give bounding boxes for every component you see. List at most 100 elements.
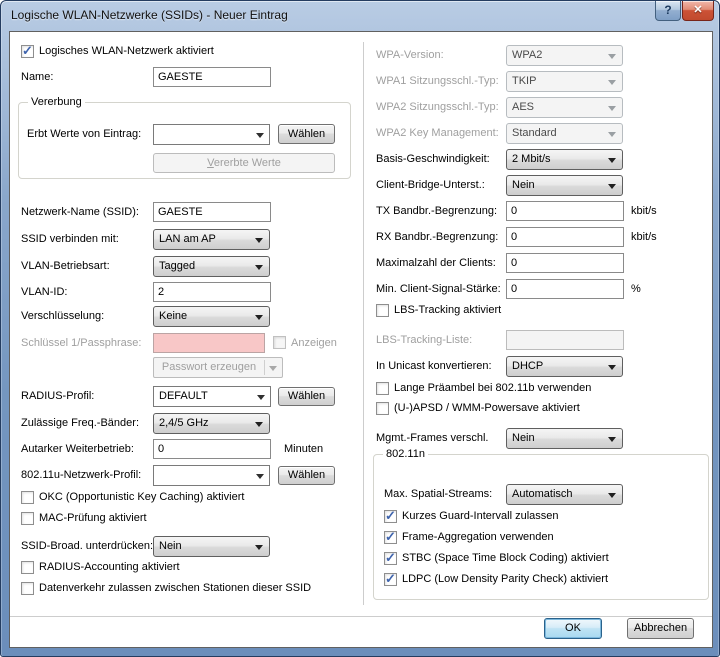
- radius-choose-button[interactable]: Wählen: [278, 387, 335, 406]
- base-rate-dropdown[interactable]: 2 Mbit/s: [506, 149, 623, 170]
- ssid-broadcast-value: Nein: [159, 540, 182, 552]
- chevron-down-icon: [608, 80, 616, 85]
- inherit-choose-button[interactable]: Wählen: [278, 124, 335, 144]
- max-clients-label: Maximalzahl der Clients:: [376, 253, 496, 273]
- radius-accounting-checkbox[interactable]: [21, 561, 34, 574]
- client-bridge-dropdown[interactable]: Nein: [506, 175, 623, 196]
- show-passphrase-checkbox: [273, 336, 286, 349]
- chevron-down-icon: [608, 365, 616, 370]
- okc-checkbox[interactable]: [21, 491, 34, 504]
- spatial-streams-value: Automatisch: [512, 488, 573, 500]
- long-preamble-label: Lange Präambel bei 802.11b verwenden: [394, 381, 591, 396]
- lbs-list-input: [506, 330, 624, 350]
- connect-ssid-dropdown[interactable]: LAN am AP: [153, 229, 270, 250]
- wpa1-session-key-value: TKIP: [512, 75, 536, 87]
- max-clients-input[interactable]: [506, 253, 624, 273]
- vlan-mode-label: VLAN-Betriebsart:: [21, 256, 110, 276]
- radius-profile-value: DEFAULT: [159, 390, 208, 402]
- min-signal-input[interactable]: [506, 279, 624, 299]
- inherit-from-combobox[interactable]: [153, 124, 270, 145]
- min-signal-label: Min. Client-Signal-Stärke:: [376, 279, 501, 299]
- close-icon: ✕: [693, 4, 702, 16]
- wpa1-session-key-dropdown: TKIP: [506, 71, 623, 92]
- chevron-down-icon: [608, 493, 616, 498]
- ssid-input[interactable]: [153, 202, 271, 222]
- chevron-down-icon: [608, 106, 616, 111]
- lbs-tracking-label: LBS-Tracking aktiviert: [394, 303, 501, 318]
- logical-wlan-enabled-label: Logisches WLAN-Netzwerk aktiviert: [39, 44, 214, 59]
- 80211n-group-title: 802.11n: [383, 447, 428, 462]
- lbs-tracking-checkbox[interactable]: [376, 304, 389, 317]
- standalone-input[interactable]: [153, 439, 271, 459]
- min-signal-unit: %: [631, 279, 641, 299]
- ssid-label: Netzwerk-Name (SSID):: [21, 202, 139, 222]
- dialog-window: Logische WLAN-Netzwerke (SSIDs) - Neuer …: [0, 0, 720, 657]
- mac-check-checkbox[interactable]: [21, 512, 34, 525]
- passphrase-input: [153, 333, 265, 353]
- long-preamble-checkbox[interactable]: [376, 382, 389, 395]
- client-bridge-value: Nein: [512, 179, 535, 191]
- name-label: Name:: [21, 67, 53, 87]
- tx-limit-unit: kbit/s: [631, 201, 657, 221]
- vlan-id-input[interactable]: [153, 282, 271, 302]
- split-divider: [264, 360, 265, 375]
- ldpc-checkbox[interactable]: [384, 573, 397, 586]
- chevron-down-icon: [256, 133, 264, 138]
- unicast-value: DHCP: [512, 360, 543, 372]
- window-title: Logische WLAN-Netzwerke (SSIDs) - Neuer …: [11, 8, 288, 22]
- column-divider: [363, 42, 364, 605]
- client-bridge-label: Client-Bridge-Unterst.:: [376, 175, 485, 195]
- chevron-down-icon: [255, 315, 263, 320]
- dialog-body: Logisches WLAN-Netzwerk aktiviert Name: …: [9, 31, 713, 648]
- 80211u-choose-button[interactable]: Wählen: [278, 466, 335, 485]
- short-guard-interval-label: Kurzes Guard-Intervall zulassen: [402, 509, 559, 524]
- chevron-down-icon: [608, 158, 616, 163]
- vlan-mode-dropdown[interactable]: Tagged: [153, 256, 270, 277]
- frame-aggregation-checkbox[interactable]: [384, 531, 397, 544]
- base-rate-label: Basis-Geschwindigkeit:: [376, 149, 490, 169]
- okc-label: OKC (Opportunistic Key Caching) aktivier…: [39, 490, 244, 505]
- wpa-version-value: WPA2: [512, 49, 542, 61]
- encryption-value: Keine: [159, 310, 187, 322]
- ssid-broadcast-dropdown[interactable]: Nein: [153, 536, 270, 557]
- chevron-down-icon: [608, 184, 616, 189]
- radius-profile-combobox[interactable]: DEFAULT: [153, 386, 271, 407]
- spatial-streams-dropdown[interactable]: Automatisch: [506, 484, 623, 505]
- tx-limit-input[interactable]: [506, 201, 624, 221]
- chevron-down-icon: [608, 54, 616, 59]
- logical-wlan-enabled-checkbox[interactable]: [21, 45, 34, 58]
- wpa2-key-mgmt-label: WPA2 Key Management:: [376, 123, 499, 143]
- wpa2-key-mgmt-value: Standard: [512, 127, 557, 139]
- wpa1-session-key-label: WPA1 Sitzungsschl.-Typ:: [376, 71, 499, 91]
- chevron-down-icon: [255, 545, 263, 550]
- freq-bands-dropdown[interactable]: 2,4/5 GHz: [153, 413, 270, 434]
- stbc-label: STBC (Space Time Block Coding) aktiviert: [402, 551, 609, 566]
- 80211u-profile-combobox[interactable]: [153, 465, 270, 486]
- unicast-dropdown[interactable]: DHCP: [506, 356, 623, 377]
- frame-aggregation-label: Frame-Aggregation verwenden: [402, 530, 554, 545]
- radius-accounting-label: RADIUS-Accounting aktiviert: [39, 560, 180, 575]
- chevron-down-icon: [257, 395, 265, 400]
- ok-button[interactable]: OK: [544, 618, 602, 639]
- help-icon: ?: [664, 3, 671, 17]
- spatial-streams-label: Max. Spatial-Streams:: [384, 484, 492, 504]
- wpa-version-dropdown: WPA2: [506, 45, 623, 66]
- wpa2-session-key-value: AES: [512, 101, 534, 113]
- encryption-dropdown[interactable]: Keine: [153, 306, 270, 327]
- help-button[interactable]: ?: [655, 1, 681, 21]
- rx-limit-input[interactable]: [506, 227, 624, 247]
- ldpc-label: LDPC (Low Density Parity Check) aktivier…: [402, 572, 608, 587]
- freq-bands-value: 2,4/5 GHz: [159, 417, 209, 429]
- apsd-checkbox[interactable]: [376, 402, 389, 415]
- cancel-button[interactable]: Abbrechen: [627, 618, 694, 639]
- name-input[interactable]: [153, 67, 271, 87]
- chevron-down-icon: [255, 238, 263, 243]
- freq-bands-label: Zulässige Freq.-Bänder:: [21, 413, 139, 433]
- inter-station-traffic-checkbox[interactable]: [21, 582, 34, 595]
- titlebar[interactable]: Logische WLAN-Netzwerke (SSIDs) - Neuer …: [1, 1, 719, 31]
- stbc-checkbox[interactable]: [384, 552, 397, 565]
- 80211u-profile-label: 802.11u-Netzwerk-Profil:: [21, 465, 141, 485]
- mgmt-frames-dropdown[interactable]: Nein: [506, 428, 623, 449]
- close-button[interactable]: ✕: [682, 1, 714, 21]
- short-guard-interval-checkbox[interactable]: [384, 510, 397, 523]
